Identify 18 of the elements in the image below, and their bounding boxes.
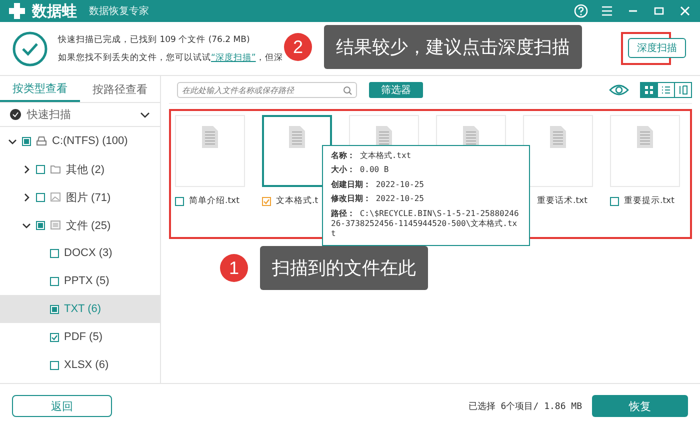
callout-bubble: 结果较少，建议点击深度扫描 xyxy=(324,25,582,69)
scan-summary: 快速扫描已完成，已找到 109 个文件 (76.2 MB) xyxy=(58,34,251,46)
step-badge: 2 xyxy=(284,33,312,61)
file-name: 重要提示.txt xyxy=(624,195,674,207)
selection-status: 已选择 6个项目/ 1.86 MB xyxy=(468,400,582,412)
file-name: 重要话术.txt xyxy=(537,195,588,207)
callout-bubble: 扫描到的文件在此 xyxy=(260,246,428,290)
tooltip-line: 名称： 文本格式.txt xyxy=(331,151,412,162)
step-badge: 1 xyxy=(220,254,248,282)
file-name: 简单介绍.txt xyxy=(189,195,240,207)
app-name: 数据蛙 xyxy=(32,2,77,20)
app-subtitle: 数据恢复专家 xyxy=(89,4,149,18)
tooltip-line: 大小： 0.00 B xyxy=(331,165,390,176)
file-name: 文本格式.t xyxy=(276,195,318,207)
tooltip-line: 路径： C:\$RECYCLE.BIN\S-1-5-21-2588024626-3738252456-1145944520-500\文本格式.txt xyxy=(331,208,520,240)
tooltip-line: 创建日期： 2022-10-25 xyxy=(331,180,425,190)
scan-hint: 如果您找不到丢失的文件，您可以试试“深度扫描”，但深 xyxy=(58,52,283,64)
tooltip-line: 修改日期： 2022-10-25 xyxy=(331,194,425,205)
